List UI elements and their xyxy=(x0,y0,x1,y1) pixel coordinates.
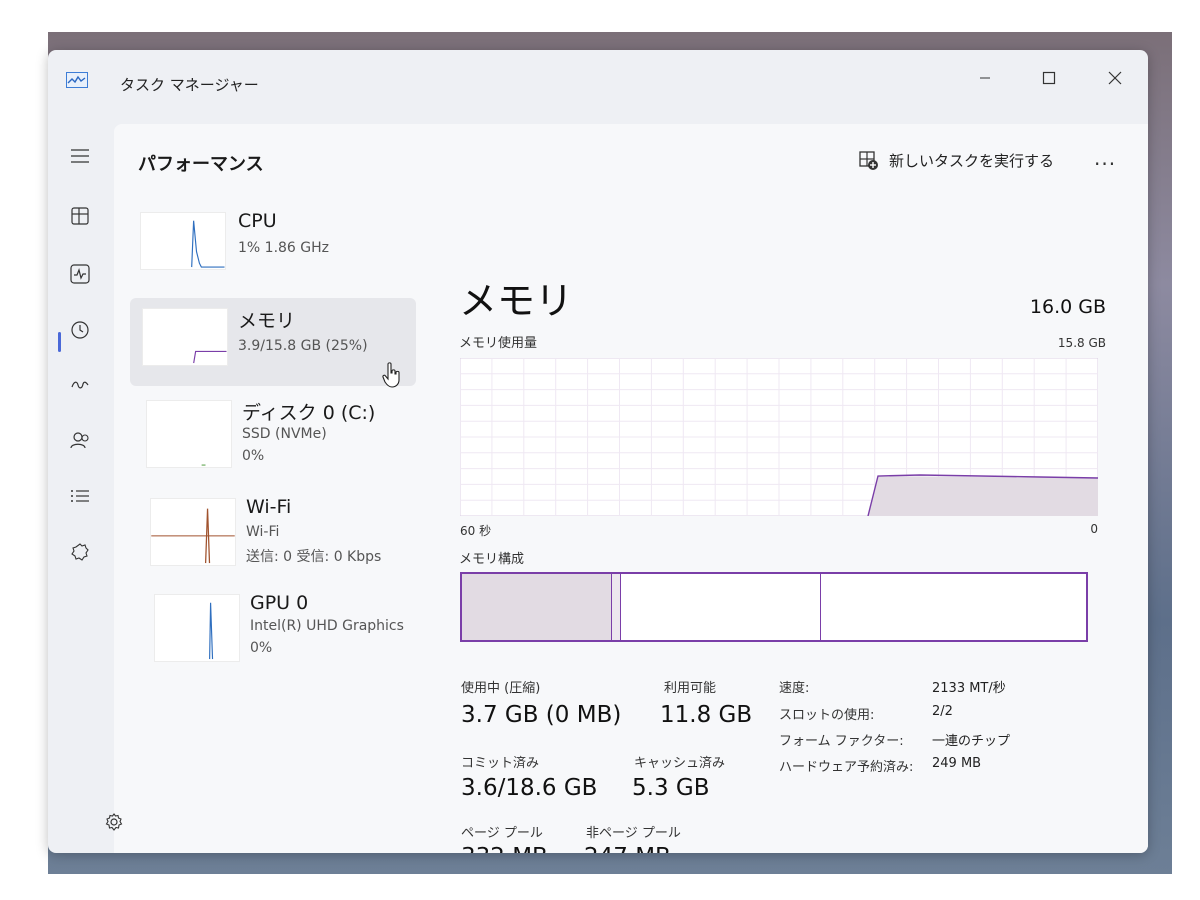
nav-startup-apps[interactable] xyxy=(66,372,94,400)
memory-name: メモリ xyxy=(238,310,296,332)
gpu-name: GPU 0 xyxy=(250,592,309,614)
memory-composition-bar xyxy=(460,572,1088,642)
committed-value: 3.6/18.6 GB xyxy=(461,775,598,801)
memory-usage-area xyxy=(868,476,1098,516)
available-label: 利用可能 xyxy=(664,681,717,696)
window-title: タスク マネージャー xyxy=(120,76,259,94)
disk-type: SSD (NVMe) xyxy=(242,426,327,442)
task-manager-window: タスク マネージャー パフォーマンス 新しいタスクを実行する ... CPU 1… xyxy=(48,50,1148,853)
form-factor-value: 一連のチップ xyxy=(932,734,1011,749)
gpu-usage: 0% xyxy=(250,640,273,656)
graph-time-end: 0 xyxy=(1090,522,1098,536)
graph-time-span: 60 秒 xyxy=(460,524,492,538)
available-value: 11.8 GB xyxy=(660,702,753,728)
performance-icon xyxy=(70,264,90,284)
services-icon xyxy=(71,543,89,561)
nav-app-history[interactable] xyxy=(66,316,94,344)
memory-usage-max: 15.8 GB xyxy=(1057,336,1106,350)
wifi-thumbnail-graph xyxy=(150,498,236,566)
slots-label: スロットの使用: xyxy=(779,708,875,723)
page-title: パフォーマンス xyxy=(138,154,264,175)
task-manager-app-icon xyxy=(66,72,88,88)
memory-usage-summary: 3.9/15.8 GB (25%) xyxy=(238,338,368,354)
memory-usage-graph xyxy=(460,358,1098,516)
nav-active-indicator xyxy=(58,332,61,352)
memory-heading: メモリ xyxy=(459,279,574,323)
minimize-icon xyxy=(980,77,990,79)
hamburger-menu-button[interactable] xyxy=(66,142,94,170)
in-use-value: 3.7 GB (0 MB) xyxy=(461,702,622,728)
nav-details[interactable] xyxy=(66,482,94,510)
users-icon xyxy=(70,432,89,449)
maximize-icon xyxy=(1042,71,1056,85)
title-bar: タスク マネージャー xyxy=(48,50,1148,120)
disk-usage: 0% xyxy=(242,448,265,464)
processes-icon xyxy=(71,207,89,225)
settings-gear-icon[interactable] xyxy=(104,812,124,832)
details-list-icon xyxy=(71,490,89,502)
paged-pool-label: ページ プール xyxy=(461,826,543,841)
more-options-button[interactable]: ... xyxy=(1094,146,1116,170)
perf-item-memory[interactable]: メモリ 3.9/15.8 GB (25%) xyxy=(130,298,416,386)
close-icon xyxy=(1108,71,1122,85)
gpu-model: Intel(R) UHD Graphics xyxy=(250,618,404,634)
history-icon xyxy=(71,321,89,339)
memory-composition-label: メモリ構成 xyxy=(459,552,525,567)
nonpaged-pool-label: 非ページ プール xyxy=(586,826,681,841)
disk-thumbnail-graph xyxy=(146,400,232,468)
wifi-name: Wi-Fi xyxy=(246,496,292,518)
nonpaged-pool-value: 247 MB xyxy=(584,844,671,853)
cached-value: 5.3 GB xyxy=(632,775,710,801)
hand-pointer-icon xyxy=(382,362,400,388)
performance-list: CPU 1% 1.86 GHz メモリ 3.9/15.8 GB (25%) ディ… xyxy=(114,194,484,853)
cpu-usage-summary: 1% 1.86 GHz xyxy=(238,240,330,256)
hamburger-icon xyxy=(71,149,89,163)
memory-usage-label: メモリ使用量 xyxy=(459,336,538,351)
gpu-thumbnail-graph xyxy=(154,594,240,662)
minimize-button[interactable] xyxy=(962,60,1008,96)
wifi-throughput: 送信: 0 受信: 0 Kbps xyxy=(246,549,382,565)
speed-label: 速度: xyxy=(779,681,810,696)
speed-value: 2133 MT/秒 xyxy=(932,681,1006,696)
total-memory: 16.0 GB xyxy=(1029,296,1106,318)
nav-processes[interactable] xyxy=(66,202,94,230)
nav-services[interactable] xyxy=(66,538,94,566)
perf-item-disk[interactable]: ディスク 0 (C:) SSD (NVMe) 0% xyxy=(132,390,412,478)
perf-item-cpu[interactable]: CPU 1% 1.86 GHz xyxy=(132,202,412,290)
nav-users[interactable] xyxy=(66,426,94,454)
composition-modified xyxy=(612,574,621,640)
maximize-button[interactable] xyxy=(1026,60,1072,96)
disk-name: ディスク 0 (C:) xyxy=(242,402,376,424)
content-area: パフォーマンス 新しいタスクを実行する ... CPU 1% 1.86 GHz … xyxy=(114,124,1148,853)
memory-thumbnail-graph xyxy=(142,308,228,366)
in-use-label: 使用中 (圧縮) xyxy=(461,681,541,696)
run-new-task-label: 新しいタスクを実行する xyxy=(889,152,1055,170)
composition-standby xyxy=(621,574,821,640)
committed-label: コミット済み xyxy=(461,756,540,771)
nav-performance[interactable] xyxy=(66,260,94,288)
paged-pool-value: 332 MB xyxy=(461,844,548,853)
new-task-icon xyxy=(859,150,878,170)
composition-in-use xyxy=(462,574,612,640)
hardware-reserved-label: ハードウェア予約済み: xyxy=(779,760,914,775)
wifi-adapter: Wi-Fi xyxy=(246,524,280,540)
cpu-name: CPU xyxy=(238,210,277,232)
form-factor-label: フォーム ファクター: xyxy=(779,734,904,749)
close-button[interactable] xyxy=(1092,60,1138,96)
hardware-reserved-value: 249 MB xyxy=(932,756,982,771)
cpu-thumbnail-graph xyxy=(140,212,226,270)
perf-item-gpu[interactable]: GPU 0 Intel(R) UHD Graphics 0% xyxy=(132,584,412,672)
startup-icon xyxy=(71,381,89,389)
slots-value: 2/2 xyxy=(932,704,953,719)
run-new-task-button[interactable]: 新しいタスクを実行する xyxy=(859,150,1054,171)
navigation-rail xyxy=(48,120,114,853)
perf-item-wifi[interactable]: Wi-Fi Wi-Fi 送信: 0 受信: 0 Kbps xyxy=(132,488,412,576)
cached-label: キャッシュ済み xyxy=(634,756,726,771)
